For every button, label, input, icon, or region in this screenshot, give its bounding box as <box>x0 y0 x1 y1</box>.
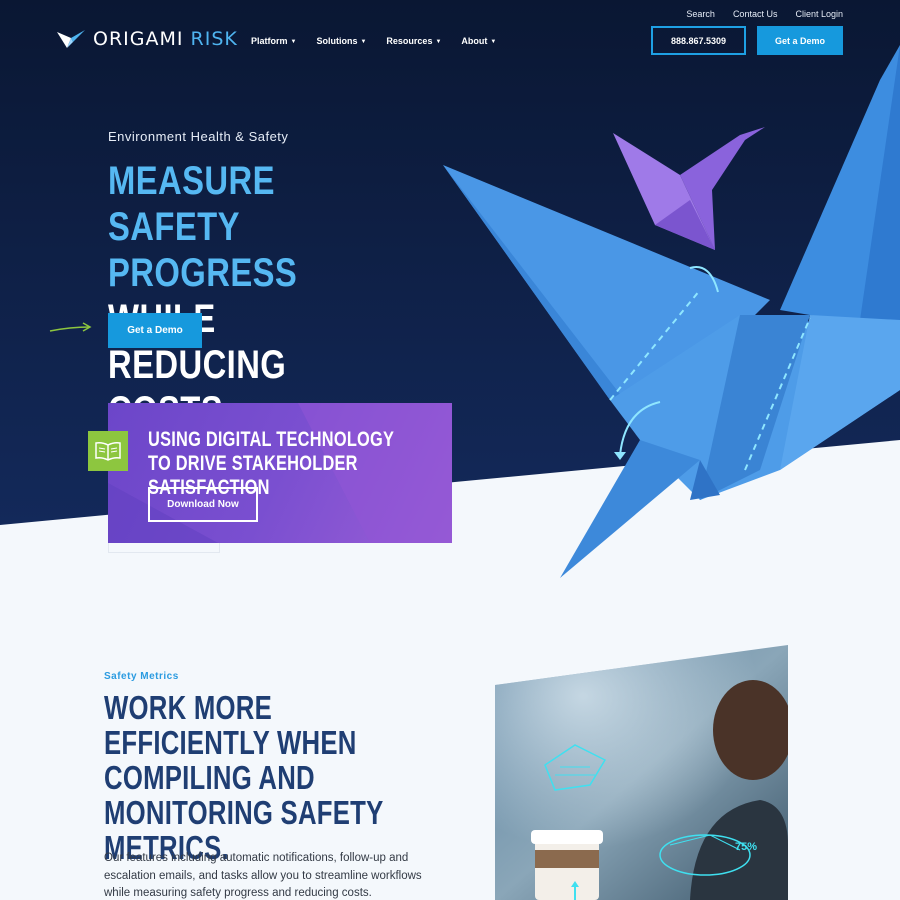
header-get-demo-button[interactable]: Get a Demo <box>757 26 843 55</box>
caret-down-icon: ▼ <box>490 38 497 45</box>
overlay-percent-label: 75% <box>735 841 757 853</box>
promo-badge <box>88 431 128 471</box>
client-login-link[interactable]: Client Login <box>795 9 843 19</box>
caret-down-icon: ▼ <box>360 38 367 45</box>
caret-down-icon: ▼ <box>290 38 297 45</box>
nav-item-platform[interactable]: Platform ▼ <box>251 36 296 46</box>
section-body: Our features including automatic notific… <box>104 852 422 899</box>
hero-eyebrow: Environment Health & Safety <box>108 129 289 144</box>
nav-item-solutions[interactable]: Solutions ▼ <box>316 36 366 46</box>
card-stack-edge <box>108 543 220 553</box>
open-book-icon <box>95 442 121 461</box>
phone-button[interactable]: 888.867.5309 <box>651 26 746 55</box>
section-headline: WORK MORE EFFICIENTLY WHEN COMPILING AND… <box>104 689 384 866</box>
safety-metrics-photo: 75% <box>495 645 788 900</box>
main-nav: Platform ▼ Solutions ▼ Resources ▼ About ▼ <box>251 36 496 46</box>
promo-card: USING DIGITAL TECHNOLOGY TO DRIVE STAKEH… <box>108 403 452 543</box>
bird-logo-icon <box>57 30 85 48</box>
section-eyebrow: Safety Metrics <box>104 671 179 682</box>
hero-headline: MEASURE SAFETY PROGRESS WHILE REDUCING C… <box>108 159 298 433</box>
contact-us-link[interactable]: Contact Us <box>733 9 778 19</box>
nav-item-about[interactable]: About ▼ <box>461 36 496 46</box>
nav-item-resources[interactable]: Resources ▼ <box>386 36 441 46</box>
search-link[interactable]: Search <box>686 9 715 19</box>
hero-get-demo-button[interactable]: Get a Demo <box>108 313 202 348</box>
download-now-button[interactable]: Download Now <box>148 487 258 522</box>
caret-down-icon: ▼ <box>435 38 442 45</box>
logo-wordmark: ORIGAMI RISK <box>93 28 238 50</box>
site-logo[interactable]: ORIGAMI RISK <box>57 28 238 50</box>
origami-crane-illustration <box>443 45 900 578</box>
utility-nav: Search Contact Us Client Login <box>686 9 843 19</box>
arrow-right-icon <box>49 322 92 332</box>
